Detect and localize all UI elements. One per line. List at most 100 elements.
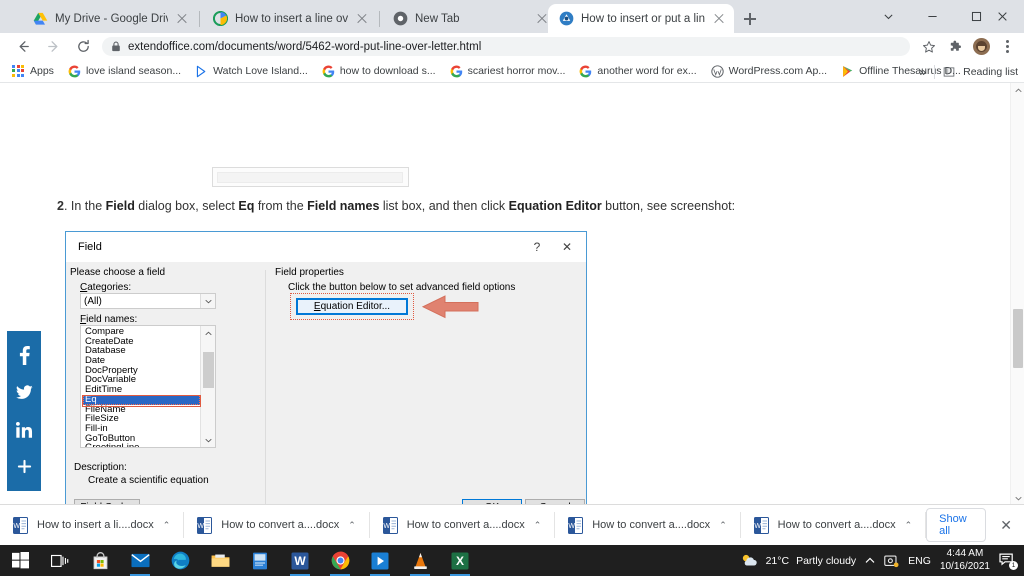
store-bag-icon (91, 551, 110, 570)
browser-tab-4-label: How to insert or put a line over t (581, 13, 705, 25)
word-icon: W (291, 551, 310, 570)
page-scrollbar[interactable] (1010, 83, 1024, 505)
scroll-down-arrow-icon[interactable] (201, 433, 216, 447)
bookmarks-bar-right: » Reading list (919, 60, 1018, 83)
listbox-scrollbar-thumb[interactable] (203, 352, 214, 388)
browser-tab-2-close-icon[interactable] (355, 12, 369, 26)
download-item-4[interactable]: W How to convert a....docx ⌃ (555, 505, 740, 546)
vlc-icon[interactable] (400, 545, 440, 576)
browser-tab-1[interactable]: My Drive - Google Drive (22, 4, 197, 33)
step-text-6: list box, and then click (379, 199, 508, 213)
bookmark-item-1[interactable]: love island season... (68, 65, 181, 78)
chevron-up-icon[interactable]: ⌃ (348, 520, 356, 531)
linkedin-icon[interactable] (7, 411, 41, 448)
star-icon[interactable] (916, 33, 942, 60)
start-button[interactable] (0, 545, 40, 576)
chevron-down-icon[interactable] (200, 294, 215, 308)
chevron-up-icon[interactable]: ⌃ (534, 520, 542, 531)
new-tab-button[interactable] (740, 9, 760, 29)
weather-icon (740, 553, 759, 568)
bookmark-item-2[interactable]: Watch Love Island... (195, 65, 308, 78)
tab-strip: My Drive - Google Drive How to insert a … (0, 0, 1024, 33)
bookmark-item-2-label: Watch Love Island... (213, 65, 308, 77)
help-icon[interactable]: ? (522, 233, 552, 261)
microsoft-store-icon[interactable] (80, 545, 120, 576)
onedrive-tray-icon[interactable] (884, 554, 899, 568)
media-player-icon[interactable] (360, 545, 400, 576)
browser-tab-4-close-icon[interactable] (712, 12, 726, 26)
page-scroll-up-arrow-icon[interactable] (1011, 83, 1024, 97)
download-item-5[interactable]: W How to convert a....docx ⌃ (741, 505, 926, 546)
avatar[interactable] (968, 33, 994, 60)
clock[interactable]: 4:44 AM 10/16/2021 (940, 548, 990, 573)
scroll-up-arrow-icon[interactable] (201, 326, 216, 340)
forward-arrow-icon[interactable] (38, 33, 68, 60)
mail-icon[interactable] (120, 545, 160, 576)
share-more-icon[interactable] (7, 448, 41, 485)
back-arrow-icon[interactable] (8, 33, 38, 60)
page-scroll-down-arrow-icon[interactable] (1011, 491, 1024, 505)
browser-tab-2[interactable]: How to insert a line over the top (202, 4, 377, 33)
bookmarks-overflow-button[interactable]: » (919, 65, 926, 79)
close-download-shelf-icon[interactable]: ✕ (1000, 517, 1012, 534)
browser-tab-3[interactable]: New Tab (382, 4, 557, 33)
chrome-icon (393, 11, 408, 26)
language-indicator[interactable]: ENG (908, 555, 931, 567)
tab-list-chevron-icon[interactable] (866, 0, 910, 33)
weather-widget[interactable]: 21°C Partly cloudy (740, 553, 857, 568)
twitter-icon[interactable] (7, 374, 41, 411)
equation-editor-annotation (290, 293, 414, 320)
download-item-3[interactable]: W How to convert a....docx ⌃ (370, 505, 555, 546)
previous-step-screenshot (212, 167, 409, 187)
microsoft-word-icon[interactable]: W (280, 545, 320, 576)
field-names-listbox[interactable]: Compare CreateDate Database Date DocProp… (80, 325, 216, 448)
chevron-up-icon[interactable]: ⌃ (905, 520, 913, 531)
word-doc-icon: W (754, 517, 769, 534)
reload-icon[interactable] (68, 33, 98, 60)
browser-tab-1-close-icon[interactable] (175, 12, 189, 26)
bookmark-item-4-label: scariest horror mov... (468, 65, 566, 77)
social-share-sidebar (7, 331, 41, 491)
chevron-up-icon[interactable]: ⌃ (719, 520, 727, 531)
show-all-downloads-button[interactable]: Show all (926, 508, 986, 542)
chevron-up-icon[interactable]: ⌃ (163, 520, 171, 531)
three-dots-icon[interactable] (994, 33, 1020, 60)
categories-label: Categories: (80, 282, 131, 293)
google-icon (68, 65, 81, 78)
page-scrollbar-thumb[interactable] (1013, 309, 1023, 368)
microsoft-edge-icon[interactable] (160, 545, 200, 576)
google-icon (213, 11, 228, 26)
browser-tab-3-close-icon[interactable] (535, 12, 549, 26)
download-item-2[interactable]: W How to convert a....docx ⌃ (184, 505, 369, 546)
browser-tab-4[interactable]: How to insert or put a line over t (548, 4, 734, 33)
wordpress-icon (711, 65, 724, 78)
task-view-button[interactable] (40, 545, 80, 576)
facebook-icon[interactable] (7, 337, 41, 374)
microsoft-excel-icon[interactable]: X (440, 545, 480, 576)
tray-overflow-chevron-icon[interactable] (865, 557, 875, 564)
notebook-icon (251, 551, 270, 570)
notifications-icon[interactable]: 1 (999, 553, 1016, 568)
list-item[interactable]: EditTime (83, 385, 200, 395)
categories-dropdown[interactable]: (All) (80, 293, 216, 309)
window-minimize-button[interactable] (910, 0, 954, 33)
reading-list-label[interactable]: Reading list (963, 66, 1018, 78)
listbox-scrollbar[interactable] (200, 326, 215, 447)
close-icon[interactable]: ✕ (552, 233, 582, 261)
clock-date: 10/16/2021 (940, 561, 990, 574)
bookmark-item-3[interactable]: how to download s... (322, 65, 436, 78)
download-item-1[interactable]: W How to insert a li....docx ⌃ (0, 505, 183, 546)
list-item[interactable]: GreetingLine (83, 443, 200, 448)
puzzle-icon[interactable] (942, 33, 968, 60)
window-close-button[interactable] (980, 0, 1024, 33)
step-text-0: . In the (64, 199, 106, 213)
bookmark-item-4[interactable]: scariest horror mov... (450, 65, 566, 78)
bookmark-item-5[interactable]: another word for ex... (579, 65, 696, 78)
word-doc-icon: W (13, 517, 28, 534)
bookmark-item-6[interactable]: WordPress.com Ap... (711, 65, 827, 78)
address-bar[interactable]: extendoffice.com/documents/word/5462-wor… (102, 37, 910, 56)
google-chrome-icon[interactable] (320, 545, 360, 576)
blue-app-icon[interactable] (240, 545, 280, 576)
file-explorer-icon[interactable] (200, 545, 240, 576)
bookmark-apps[interactable]: Apps (12, 65, 54, 78)
